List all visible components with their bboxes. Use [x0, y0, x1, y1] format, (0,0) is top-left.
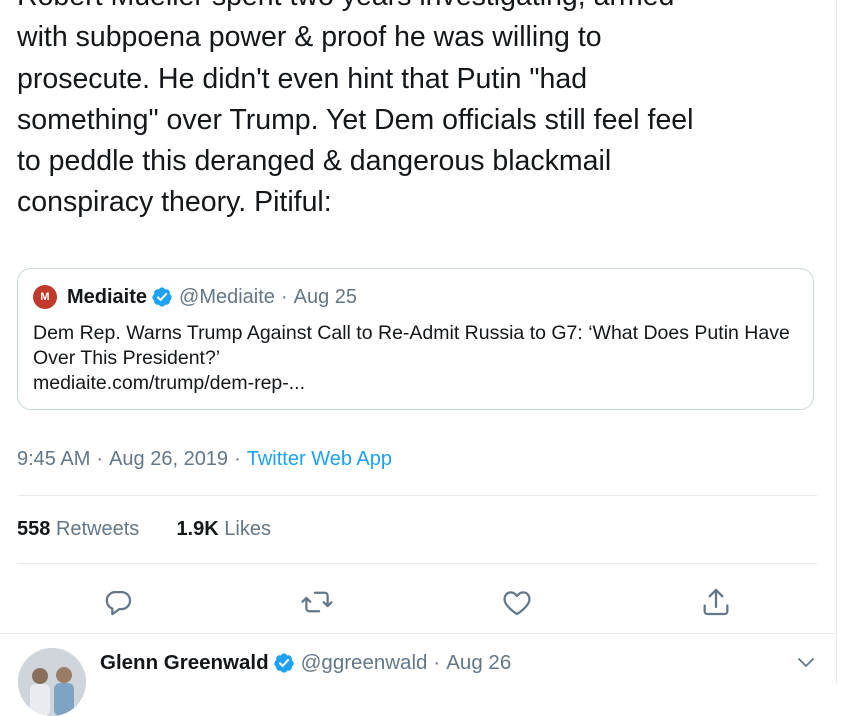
tweet-source-app[interactable]: Twitter Web App	[247, 448, 392, 470]
tweet-stats: 558 Retweets 1.9K Likes	[17, 518, 271, 541]
separator-dot: ·	[280, 285, 288, 308]
verified-badge-icon	[152, 287, 172, 307]
divider	[17, 495, 817, 496]
share-icon[interactable]	[699, 585, 733, 619]
reply-tweet-date[interactable]: Aug 26	[446, 651, 511, 675]
quoted-tweet-text: Dem Rep. Warns Trump Against Call to Re-…	[33, 322, 790, 369]
divider	[0, 633, 836, 634]
verified-badge-icon	[273, 653, 294, 673]
likes-count: 1.9K	[176, 518, 219, 540]
separator-dot: ·	[96, 448, 104, 470]
reply-author-avatar[interactable]	[18, 648, 86, 716]
quoted-tweet-link[interactable]: mediaite.com/trump/dem-rep-...	[33, 371, 793, 396]
reply-tweet-header: Glenn Greenwald @ggreenwald · Aug 26	[100, 650, 511, 676]
tweet-time[interactable]: 9:45 AM	[17, 448, 90, 470]
reply-icon[interactable]	[101, 585, 135, 619]
like-icon[interactable]	[500, 585, 534, 619]
tweet-date[interactable]: Aug 26, 2019	[109, 448, 228, 470]
reply-author-name[interactable]: Glenn Greenwald	[100, 651, 269, 675]
quoted-avatar[interactable]: M	[33, 285, 57, 309]
tweet-metadata: 9:45 AM · Aug 26, 2019 · Twitter Web App	[17, 448, 392, 471]
quoted-tweet-date[interactable]: Aug 25	[294, 286, 357, 309]
retweets-count: 558	[17, 518, 51, 540]
divider	[17, 563, 817, 564]
separator-dot: ·	[433, 651, 441, 674]
chevron-down-icon[interactable]	[795, 655, 817, 671]
tweet-text: Robert Mueller spent two years investiga…	[17, 0, 694, 219]
likes-label: Likes	[224, 518, 271, 540]
quoted-tweet-body: Dem Rep. Warns Trump Against Call to Re-…	[33, 321, 793, 396]
quoted-tweet-card[interactable]: M Mediaite @Mediaite · Aug 25 Dem Rep. W…	[17, 268, 814, 410]
retweets-label: Retweets	[55, 518, 140, 540]
quoted-tweet-header: M Mediaite @Mediaite · Aug 25	[33, 285, 357, 309]
retweet-icon[interactable]	[300, 585, 334, 619]
reply-author-photo	[18, 648, 86, 716]
timeline-border	[836, 0, 837, 684]
quoted-author-handle[interactable]: @Mediaite	[179, 286, 275, 309]
separator-dot: ·	[234, 448, 241, 470]
quoted-author-name[interactable]: Mediaite	[67, 286, 147, 309]
tweet-actions-bar	[0, 585, 845, 619]
reply-author-handle[interactable]: @ggreenwald	[301, 651, 428, 675]
likes-stat[interactable]: 1.9K Likes	[176, 518, 271, 540]
retweets-stat[interactable]: 558 Retweets	[17, 518, 139, 540]
